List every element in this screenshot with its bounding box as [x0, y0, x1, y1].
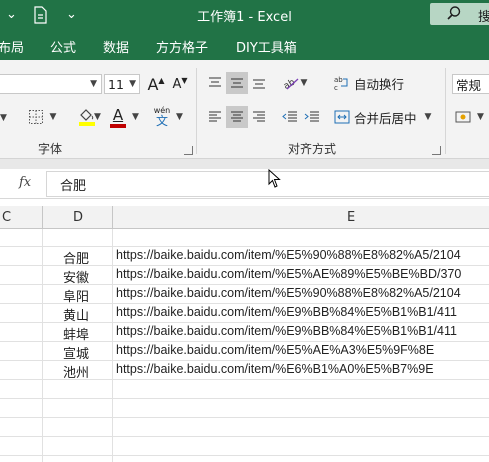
phonetic-bottom: 文 [155, 114, 168, 128]
align-right-icon [253, 111, 265, 122]
increase-indent-button[interactable] [302, 106, 322, 128]
font-dialog-launcher[interactable] [184, 146, 193, 155]
number-format-value: 常规 [456, 77, 482, 93]
grow-font-button[interactable]: A ▲ [146, 74, 166, 94]
title-bar: ⌄ ⌄ 工作簿1 - Excel 搜 [0, 0, 489, 30]
number-format-select[interactable]: 常规 [452, 74, 489, 94]
formula-value: 合肥 [60, 179, 87, 194]
cell-e[interactable]: https://baike.baidu.com/item/%E6%B1%A0%E… [116, 362, 434, 376]
accounting-format-button[interactable]: ▼ [455, 106, 489, 128]
font-size-select[interactable]: ▼ [0, 74, 102, 94]
accounting-icon [455, 111, 471, 123]
cell-e[interactable]: https://baike.baidu.com/item/%E9%BB%84%E… [116, 324, 457, 338]
align-center-icon [231, 111, 243, 122]
align-middle-icon [231, 78, 243, 88]
align-center-button[interactable] [226, 106, 248, 128]
cell-d[interactable]: 黄山 [63, 305, 89, 324]
search-label: 搜 [478, 10, 489, 25]
tab-formulas[interactable]: 公式 [50, 37, 76, 56]
font-color-bar [110, 124, 126, 128]
cell-e[interactable]: https://baike.baidu.com/item/%E9%BB%84%E… [116, 305, 457, 319]
align-bottom-button[interactable] [249, 72, 269, 94]
cell-e[interactable]: https://baike.baidu.com/item/%E5%AE%89%E… [116, 267, 461, 281]
tab-diy-toolbox[interactable]: DIY工具箱 [236, 37, 297, 56]
tab-data[interactable]: 数据 [103, 37, 129, 56]
ribbon-tabs: 布局 公式 数据 方方格子 DIY工具箱 [0, 30, 489, 60]
shrink-font-button[interactable]: A ▼ [170, 74, 190, 94]
ribbon-gap [0, 159, 489, 169]
borders-button[interactable]: ▼ [22, 106, 62, 128]
sheet-grid[interactable]: 合肥 https://baike.baidu.com/item/%E5%90%8… [0, 229, 489, 462]
align-top-icon [209, 77, 221, 87]
merge-center-button[interactable]: 合并后居中 ▼ [334, 106, 434, 128]
svg-text:c: c [334, 84, 338, 91]
column-header-c[interactable]: C [2, 210, 11, 225]
cell-e[interactable]: https://baike.baidu.com/item/%E5%90%88%E… [116, 286, 461, 300]
text-orientation-icon: ab [283, 77, 298, 91]
column-headers: C D E [0, 206, 489, 229]
align-left-icon [209, 111, 221, 122]
tab-fangfang[interactable]: 方方格子 [156, 37, 208, 56]
font-size-input[interactable]: 11 ▼ [104, 74, 140, 94]
column-header-e[interactable]: E [347, 210, 355, 225]
grow-font-label: A [147, 74, 159, 94]
formula-bar: fx 合肥 [0, 169, 489, 199]
highlight-color-bar [79, 122, 95, 126]
font-color-letter: A [112, 106, 124, 124]
phonetic-guide-button[interactable]: wén 文 [150, 104, 174, 130]
window-title: 工作簿1 - Excel [197, 10, 292, 25]
alignment-dialog-launcher[interactable] [432, 146, 441, 155]
chevron-down-icon[interactable]: ▼ [0, 108, 7, 123]
search-icon [447, 6, 461, 20]
cell-d[interactable]: 蚌埠 [63, 324, 89, 343]
group-separator [445, 68, 446, 154]
cell-e[interactable]: https://baike.baidu.com/item/%E5%AE%A3%E… [116, 343, 434, 357]
shrink-font-label: A [172, 76, 182, 92]
align-bottom-icon [253, 79, 265, 89]
borders-icon [28, 110, 43, 124]
svg-text:ab: ab [334, 76, 343, 84]
decrease-indent-icon [282, 111, 297, 122]
cell-d[interactable]: 池州 [63, 362, 89, 381]
column-header-d[interactable]: D [73, 210, 83, 225]
wrap-text-icon: abc [334, 76, 348, 91]
svg-text:ab: ab [283, 77, 297, 91]
chevron-down-icon: ▼ [129, 79, 136, 89]
mouse-cursor-icon [268, 169, 281, 188]
column-divider[interactable] [112, 206, 113, 228]
align-top-button[interactable] [205, 72, 225, 94]
merge-cells-icon [334, 110, 350, 124]
merge-center-label: 合并后居中 [354, 110, 417, 126]
wrap-text-button[interactable]: ab c 自动换行 [334, 72, 406, 94]
align-left-button[interactable] [205, 106, 225, 128]
chevron-down-icon: ▼ [90, 79, 97, 89]
cell-e[interactable]: https://baike.baidu.com/item/%E5%90%88%E… [116, 248, 461, 262]
column-divider[interactable] [42, 206, 43, 228]
cell-d[interactable]: 阜阳 [63, 286, 89, 305]
decrease-indent-button[interactable] [280, 106, 300, 128]
group-font-label: 字体 [38, 142, 63, 156]
search-box[interactable]: 搜 [430, 3, 489, 25]
orientation-button[interactable]: ab ▼ [280, 72, 310, 94]
align-middle-button[interactable] [226, 72, 248, 94]
wrap-text-label: 自动换行 [354, 76, 405, 92]
font-color-button[interactable]: A [108, 104, 128, 130]
cell-d[interactable]: 宣城 [63, 343, 89, 362]
cell-d[interactable]: 合肥 [63, 248, 89, 267]
group-alignment-label: 对齐方式 [288, 142, 337, 156]
tab-page-layout[interactable]: 布局 [0, 37, 24, 56]
cell-d[interactable]: 安徽 [63, 267, 89, 286]
increase-indent-icon [304, 111, 319, 122]
font-size-value: 11 [108, 76, 124, 92]
ribbon: ▼ 11 ▼ A ▲ A ▼ ▼ ▼ ▼ A ▼ wén 文 ▼ 字体 ab ▼… [0, 60, 489, 159]
group-separator [196, 68, 197, 154]
fx-icon[interactable]: fx [19, 175, 31, 190]
align-right-button[interactable] [249, 106, 269, 128]
